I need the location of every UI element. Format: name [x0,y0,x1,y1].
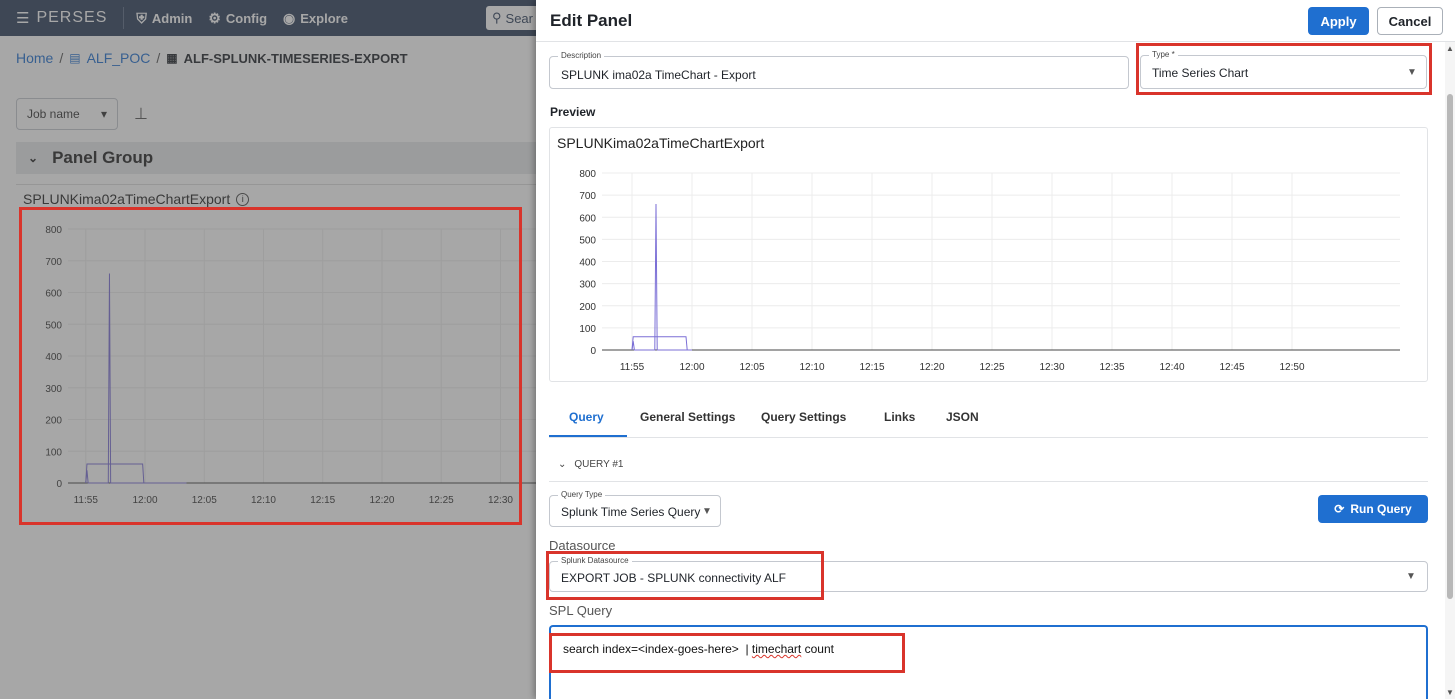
cancel-button[interactable]: Cancel [1377,7,1443,35]
x-tick-label: 12:40 [1159,362,1184,373]
query-divider [549,481,1428,482]
run-query-label: Run Query [1350,502,1412,516]
chevron-down-icon: ▼ [1406,571,1416,582]
spl-query-part-3: count [801,642,834,656]
y-tick-label: 800 [579,169,596,180]
query-type-label: Query Type [558,490,606,499]
x-tick-label: 12:15 [859,362,884,373]
x-tick-label: 12:45 [1219,362,1244,373]
y-tick-label: 600 [579,213,596,224]
query-type-select[interactable]: Query Type Splunk Time Series Query ▼ [549,490,721,527]
preview-panel: SPLUNKima02aTimeChartExport 0 100 200 300 40… [549,127,1428,382]
spl-query-heading: SPL Query [549,603,613,618]
x-tick-label: 11:55 [620,362,645,373]
type-label: Type * [1149,50,1178,59]
chevron-down-icon: ▼ [702,506,712,517]
x-tick-label: 12:35 [1099,362,1124,373]
description-value: SPLUNK ima02a TimeChart - Export [561,68,756,82]
edit-panel-title: Edit Panel [550,11,633,30]
scrollbar-thumb[interactable] [1447,94,1453,599]
y-tick-label: 400 [579,258,596,269]
chevron-down-icon: ⌄ [558,459,567,470]
x-tick-label: 12:00 [679,362,704,373]
refresh-icon: ⟳ [1334,502,1345,516]
scroll-up-arrow-icon[interactable]: ▲ [1446,44,1454,53]
y-tick-label: 700 [579,191,596,202]
active-tab-indicator [549,435,627,437]
x-tick-label: 12:05 [739,362,764,373]
apply-button[interactable]: Apply [1308,7,1369,35]
preview-time-series-chart: 0 100 200 300 400 500 600 700 800 11:55 12:00 12:05… [579,169,1400,373]
y-tick-label: 0 [590,346,596,357]
query-1-label: QUERY #1 [574,459,624,470]
type-select[interactable]: Type * Time Series Chart ▼ [1140,50,1427,89]
tab-query[interactable]: Query [569,410,604,424]
drawer-scrollbar[interactable]: ▲ ▼ [1445,42,1455,699]
description-field[interactable]: Description SPLUNK ima02a TimeChart - Ex… [549,51,1129,89]
x-tick-label: 12:20 [919,362,944,373]
splunk-datasource-select[interactable]: Splunk Datasource EXPORT JOB - SPLUNK co… [549,556,1428,592]
spl-query-text[interactable]: search index=<index-goes-here> | timecha… [563,642,834,656]
series-line-2 [631,336,688,351]
splunk-datasource-label: Splunk Datasource [558,556,632,565]
editor-tabs: Query General Settings Query Settings Li… [549,398,1428,438]
tab-json[interactable]: JSON [946,410,979,424]
edit-panel-header: Edit Panel Apply Cancel [536,0,1455,42]
splunk-datasource-value: EXPORT JOB - SPLUNK connectivity ALF [561,571,786,585]
type-value: Time Series Chart [1152,66,1249,80]
modal-backdrop[interactable] [0,0,536,699]
query-type-value: Splunk Time Series Query [561,505,701,519]
x-tick-label: 12:25 [979,362,1004,373]
edit-panel-drawer: Edit Panel Apply Cancel Description SPLU… [536,0,1455,699]
spl-query-editor[interactable]: search index=<index-goes-here> | timecha… [549,625,1428,699]
query-1-header[interactable]: ⌄ QUERY #1 [558,459,624,470]
y-tick-label: 500 [579,235,596,246]
preview-label: Preview [550,105,596,119]
run-query-button[interactable]: ⟳ Run Query [1318,495,1428,523]
tab-general-settings[interactable]: General Settings [640,410,735,424]
y-tick-label: 300 [579,280,596,291]
tab-links[interactable]: Links [884,410,915,424]
x-tick-label: 12:10 [799,362,824,373]
x-tick-label: 12:50 [1279,362,1304,373]
spl-query-part-1: search index=<index-goes-here> | [563,642,752,656]
chevron-down-icon: ▼ [1407,67,1417,78]
y-tick-label: 200 [579,302,596,313]
tab-query-settings[interactable]: Query Settings [761,410,846,424]
x-tick-label: 12:30 [1039,362,1064,373]
scroll-down-arrow-icon[interactable]: ▼ [1446,688,1454,697]
description-label: Description [558,51,605,60]
spl-query-part-2: timechart [751,642,802,656]
datasource-heading: Datasource [549,538,616,553]
y-tick-label: 100 [579,324,596,335]
